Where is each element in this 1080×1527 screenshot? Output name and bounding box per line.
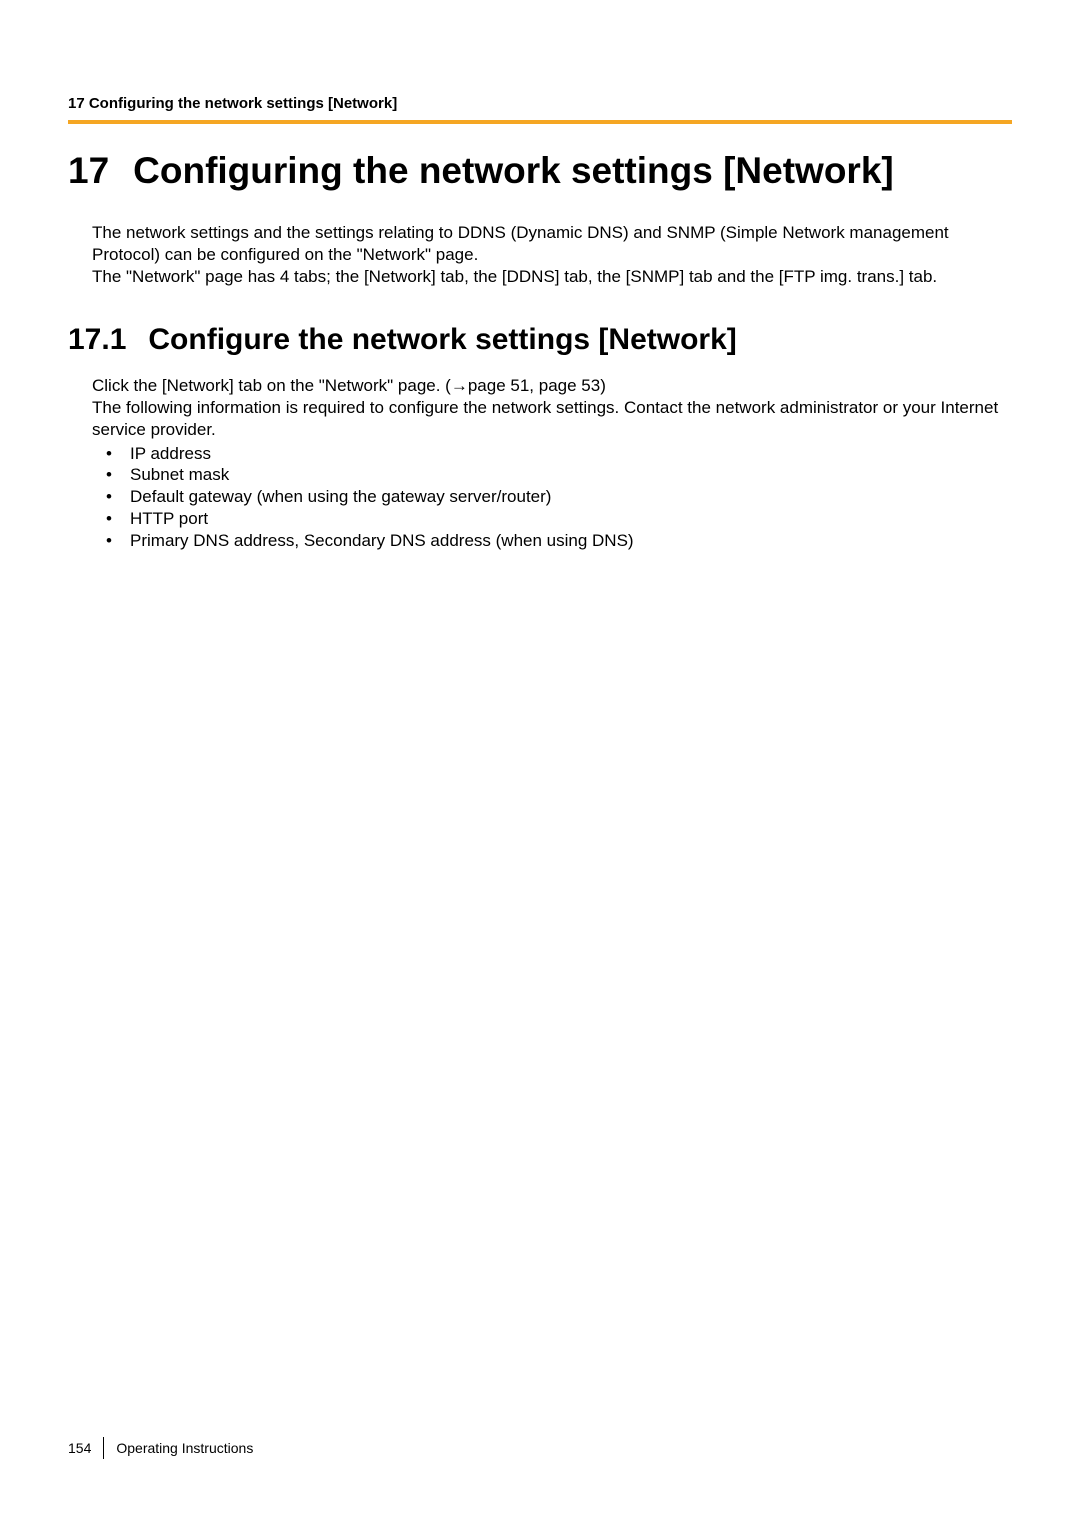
section-heading: 17.1 Configure the network settings [Net…: [68, 323, 1012, 357]
chapter-number: 17: [68, 150, 109, 192]
chapter-intro-paragraph: The network settings and the settings re…: [92, 222, 1012, 287]
section-body: Click the [Network] tab on the "Network"…: [92, 375, 1012, 551]
section-number: 17.1: [68, 323, 126, 357]
document-page: 17 Configuring the network settings [Net…: [0, 0, 1080, 611]
section-line-1: Click the [Network] tab on the "Network"…: [92, 375, 1012, 397]
list-item: Subnet mask: [92, 464, 1012, 486]
list-item: Primary DNS address, Secondary DNS addre…: [92, 530, 1012, 552]
list-item: Default gateway (when using the gateway …: [92, 486, 1012, 508]
running-head: 17 Configuring the network settings [Net…: [68, 95, 1012, 112]
footer-doc-title: Operating Instructions: [116, 1440, 253, 1456]
page-number: 154: [68, 1437, 104, 1459]
accent-rule: [68, 120, 1012, 124]
chapter-heading: 17 Configuring the network settings [Net…: [68, 150, 1012, 192]
section-line-1-prefix: Click the [Network] tab on the "Network"…: [92, 376, 451, 395]
section-line-1-suffix: page 51, page 53): [468, 376, 606, 395]
section-line-2: The following information is required to…: [92, 397, 1012, 441]
right-arrow-icon: →: [451, 376, 468, 395]
list-item: HTTP port: [92, 508, 1012, 530]
list-item: IP address: [92, 443, 1012, 465]
bullet-list: IP address Subnet mask Default gateway (…: [92, 443, 1012, 552]
section-title-text: Configure the network settings [Network]: [148, 323, 1012, 357]
chapter-title-text: Configuring the network settings [Networ…: [133, 150, 1012, 192]
page-footer: 154 Operating Instructions: [68, 1437, 253, 1459]
